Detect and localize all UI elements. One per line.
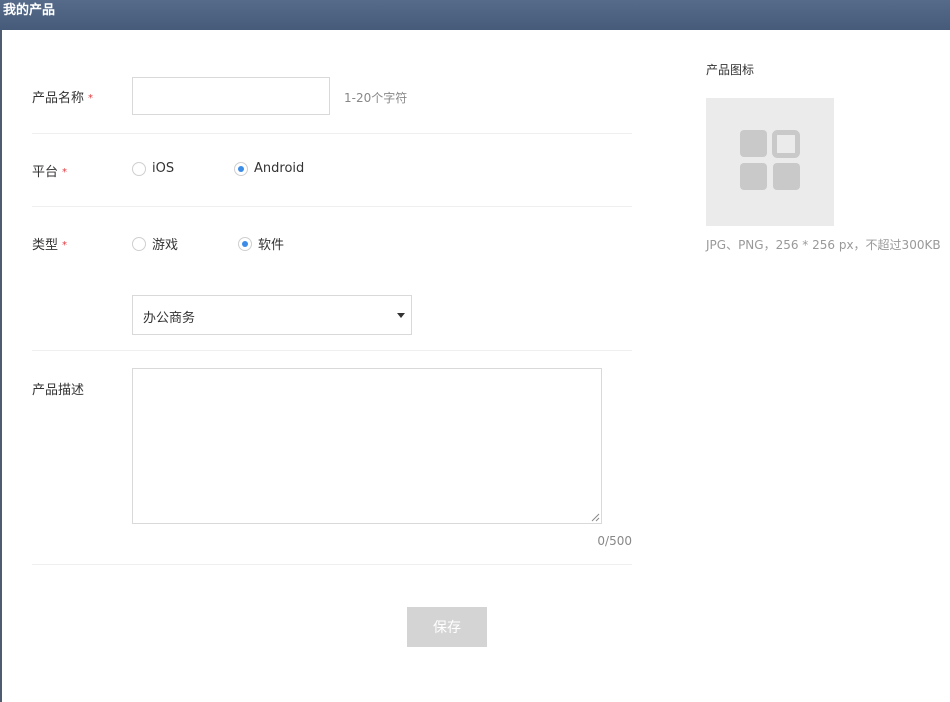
platform-label-text: 平台 (32, 165, 59, 180)
divider (32, 564, 632, 565)
resize-handle-icon[interactable] (590, 512, 600, 522)
radio-circle-checked[interactable] (238, 236, 252, 251)
type-option-software-label: 软件 (258, 238, 285, 253)
radio-circle-checked[interactable] (234, 161, 248, 176)
description-label: 产品描述 (32, 379, 84, 398)
caret-down-icon (397, 313, 405, 318)
type-label-text: 类型 (32, 238, 59, 253)
required-mark: * (88, 93, 94, 104)
product-icon-hint: JPG、PNG，256 * 256 px，不超过300KB (706, 238, 941, 252)
required-mark: * (62, 167, 68, 178)
product-name-label: 产品名称 * (32, 87, 93, 106)
category-select[interactable]: 办公商务 (132, 295, 412, 335)
product-name-label-text: 产品名称 (32, 91, 85, 106)
radio-circle[interactable] (132, 236, 146, 251)
window-title: 我的产品 (3, 3, 56, 18)
type-radio-software[interactable]: 软件 (238, 234, 284, 253)
app-grid-icon (740, 130, 800, 190)
divider (32, 133, 632, 134)
type-option-game-label: 游戏 (152, 238, 179, 253)
description-textarea[interactable] (132, 368, 602, 524)
platform-radio-ios[interactable]: iOS (132, 161, 174, 176)
type-label: 类型 * (32, 234, 67, 253)
divider (32, 206, 632, 207)
type-radio-game[interactable]: 游戏 (132, 234, 178, 253)
left-border (0, 30, 2, 702)
platform-radio-android[interactable]: Android (234, 161, 304, 176)
divider (32, 350, 632, 351)
description-label-text: 产品描述 (32, 383, 85, 398)
product-icon-upload[interactable] (706, 98, 834, 226)
product-icon-label: 产品图标 (706, 63, 755, 77)
required-mark: * (62, 240, 68, 251)
platform-option-android-label: Android (254, 161, 305, 176)
description-counter: 0/500 (597, 534, 632, 548)
title-bar: 我的产品 (0, 0, 950, 30)
category-select-value: 办公商务 (143, 311, 196, 326)
platform-label: 平台 * (32, 161, 67, 180)
save-button[interactable]: 保存 (407, 607, 487, 647)
product-name-input[interactable] (132, 77, 330, 115)
radio-circle[interactable] (132, 161, 146, 176)
product-name-hint: 1-20个字符 (344, 91, 408, 105)
platform-option-ios-label: iOS (152, 161, 175, 176)
